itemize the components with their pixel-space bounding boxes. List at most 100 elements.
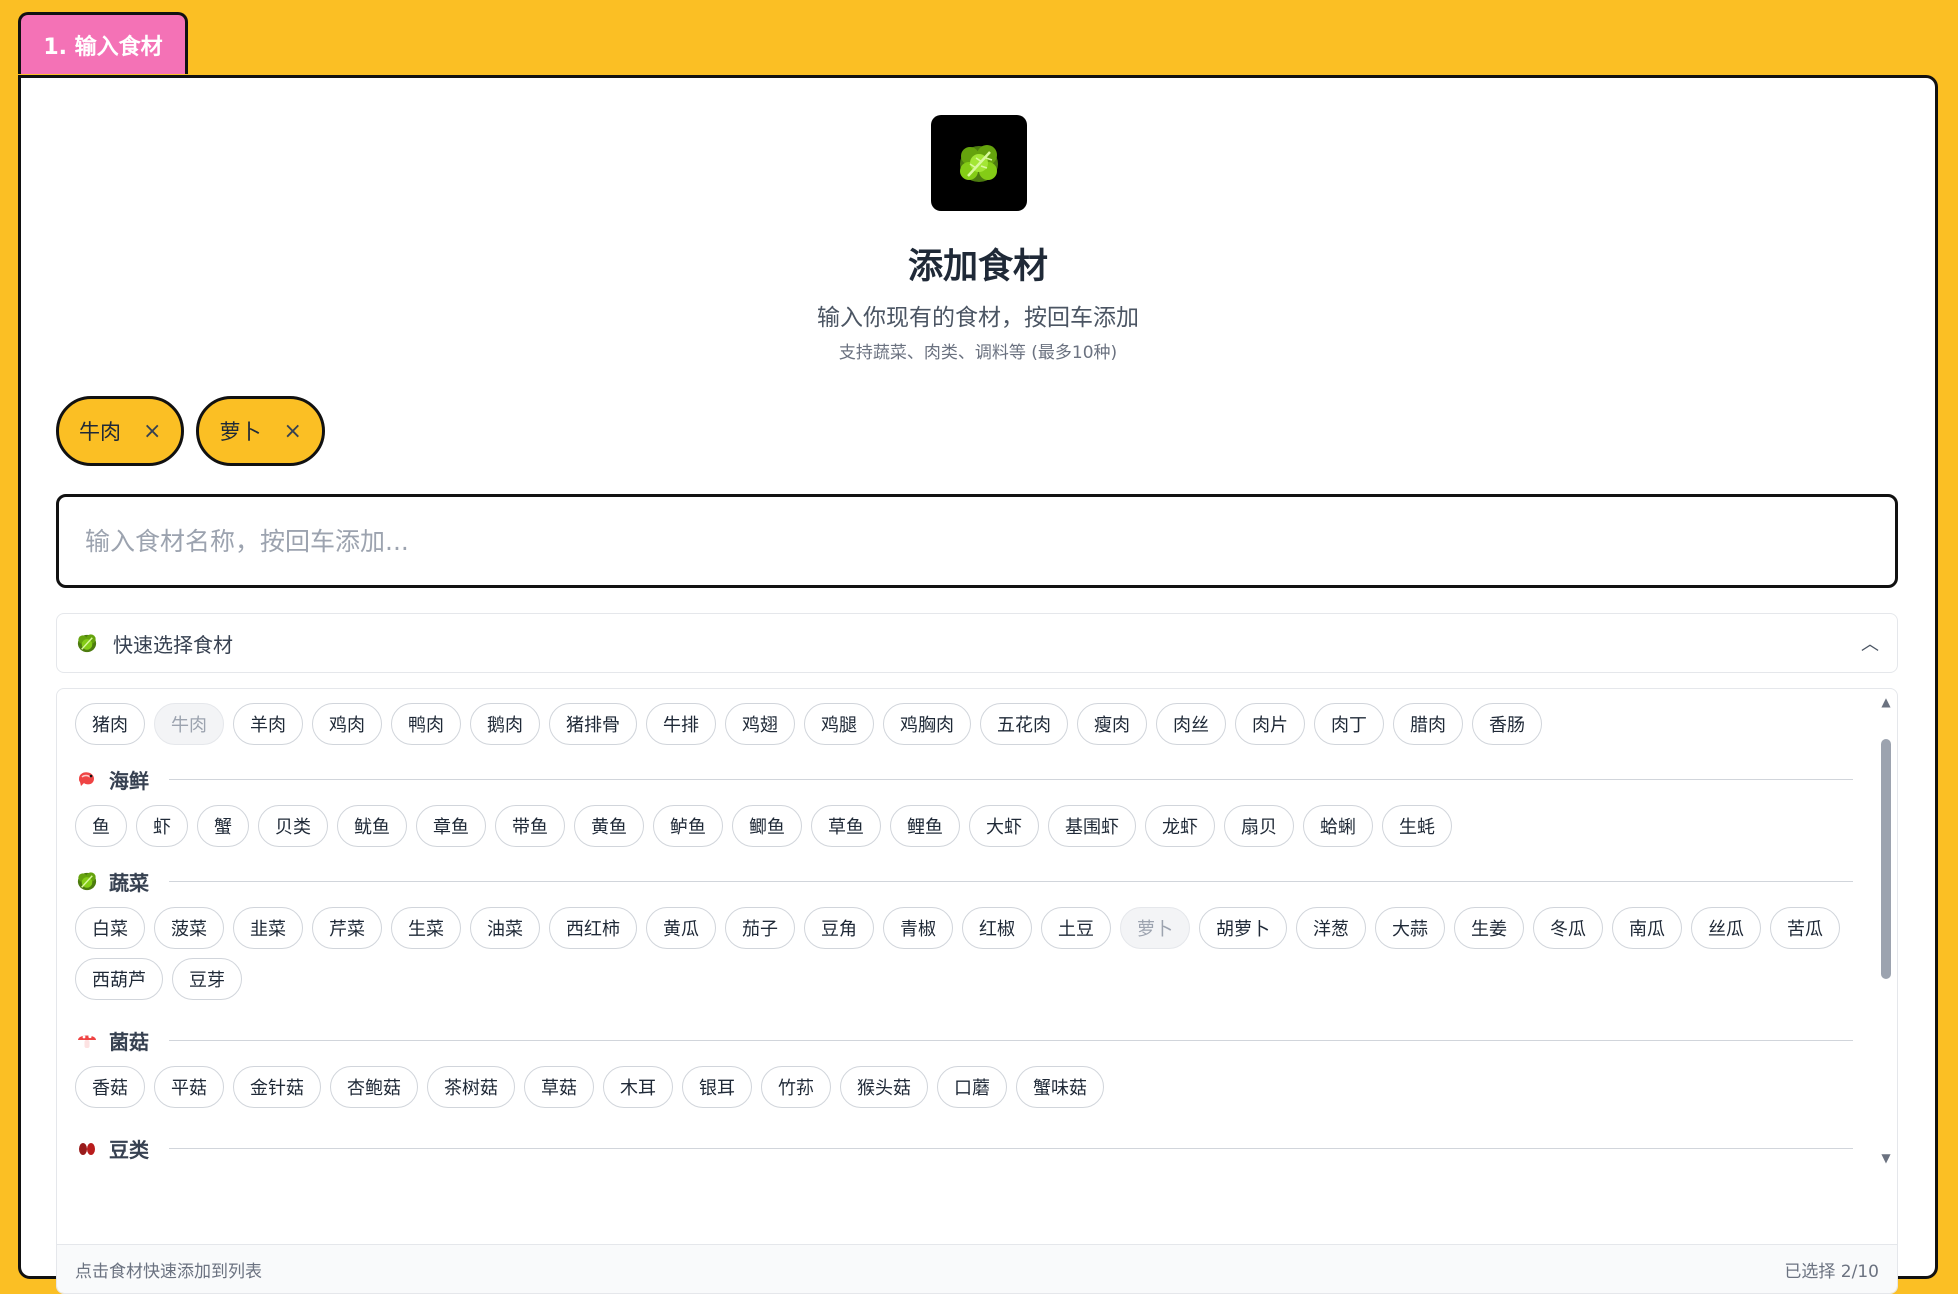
ingredient-chip[interactable]: 白菜 — [75, 907, 145, 949]
ingredient-chip[interactable]: 生蚝 — [1382, 805, 1452, 847]
ingredient-chip[interactable]: 鱿鱼 — [337, 805, 407, 847]
shrimp-icon — [79, 772, 94, 786]
category-title: 海鲜 — [109, 768, 149, 793]
ingredient-chip[interactable]: 油菜 — [470, 907, 540, 949]
ingredient-chip[interactable]: 鸡腿 — [804, 703, 874, 745]
ingredient-chip[interactable]: 西葫芦 — [75, 958, 163, 1000]
ingredient-chip[interactable]: 蟹味菇 — [1016, 1066, 1104, 1108]
leafy-green-icon — [931, 115, 1027, 211]
category-list[interactable]: 猪肉 牛肉 羊肉 鸡肉 鸭肉 鹅肉 猪排骨 牛排 鸡翅 鸡腿 鸡胸肉 五花肉 瘦肉 肉丝 肉片 肉丁 腊肉 香肠 … — [57, 689, 1871, 1170]
ingredient-chip[interactable]: 五花肉 — [980, 703, 1068, 745]
category-header-seafood: 海鲜 — [57, 753, 1871, 805]
chevron-up-icon[interactable]: ︿ — [1861, 630, 1879, 656]
ingredient-chip[interactable]: 鲤鱼 — [890, 805, 960, 847]
category-title: 蔬菜 — [109, 870, 149, 895]
scrollbar-thumb[interactable] — [1881, 739, 1891, 979]
ingredient-chip[interactable]: 大虾 — [969, 805, 1039, 847]
ingredient-chip[interactable]: 龙虾 — [1145, 805, 1215, 847]
selected-chip-label: 萝卜 — [219, 420, 262, 444]
ingredient-chip: 牛肉 — [154, 703, 224, 745]
ingredient-chip[interactable]: 鸡胸肉 — [883, 703, 971, 745]
ingredient-chip[interactable]: 青椒 — [883, 907, 953, 949]
ingredient-chip[interactable]: 肉丝 — [1156, 703, 1226, 745]
ingredient-chip[interactable]: 平菇 — [154, 1066, 224, 1108]
ingredient-chip[interactable]: 猪排骨 — [549, 703, 637, 745]
quick-select-toggle[interactable]: 快速选择食材 ︿ — [56, 613, 1898, 673]
ingredient-chip[interactable]: 茄子 — [725, 907, 795, 949]
ingredient-chip[interactable]: 鲈鱼 — [653, 805, 723, 847]
chip-row-seafood: 鱼虾蟹贝类 鱿鱼 章鱼 带鱼 黄鱼 鲈鱼 鲫鱼 草鱼 鲤鱼 大虾 基围虾 龙虾 扇贝 蛤蜊 生蚝 — [57, 805, 1871, 847]
ingredient-chip[interactable]: 猪肉 — [75, 703, 145, 745]
ingredient-chip[interactable]: 木耳 — [603, 1066, 673, 1108]
mushroom-icon — [78, 1034, 96, 1048]
scroll-up-arrow-icon[interactable]: ▲ — [1879, 695, 1893, 709]
ingredient-chip[interactable]: 豆芽 — [172, 958, 242, 1000]
ingredient-chip[interactable]: 生菜 — [391, 907, 461, 949]
ingredient-input[interactable] — [83, 525, 1871, 557]
category-header-mushrooms: 菌菇 — [57, 1014, 1871, 1066]
chip-row-meat: 猪肉 牛肉 羊肉 鸡肉 鸭肉 鹅肉 猪排骨 牛排 鸡翅 鸡腿 鸡胸肉 五花肉 瘦肉 肉丝 肉片 肉丁 腊肉 香肠 — [57, 703, 1871, 745]
ingredient-chip[interactable]: 牛排 — [646, 703, 716, 745]
ingredient-chip[interactable]: 香菇 — [75, 1066, 145, 1108]
ingredient-chip[interactable]: 贝类 — [258, 805, 328, 847]
step-tab[interactable]: 1. 输入食材 — [18, 12, 188, 74]
ingredient-chip[interactable]: 芹菜 — [312, 907, 382, 949]
ingredient-chip[interactable]: 腊肉 — [1393, 703, 1463, 745]
ingredient-chip[interactable]: 胡萝卜 — [1199, 907, 1287, 949]
category-title: 豆类 — [109, 1137, 149, 1162]
ingredient-chip: 萝卜 — [1120, 907, 1190, 949]
ingredient-chip[interactable]: 鹅肉 — [470, 703, 540, 745]
category-title: 菌菇 — [109, 1029, 149, 1054]
ingredient-chip[interactable]: 银耳 — [682, 1066, 752, 1108]
ingredient-chip[interactable]: 蛤蜊 — [1303, 805, 1373, 847]
ingredient-chip[interactable]: 香肠 — [1472, 703, 1542, 745]
ingredient-chip[interactable]: 口蘑 — [937, 1066, 1007, 1108]
close-icon[interactable]: × — [143, 419, 161, 444]
selected-chip: 萝卜 × — [196, 396, 325, 466]
ingredient-chip[interactable]: 竹荪 — [761, 1066, 831, 1108]
leafy-green-icon — [77, 872, 97, 891]
ingredient-chip[interactable]: 南瓜 — [1612, 907, 1682, 949]
ingredient-chip[interactable]: 韭菜 — [233, 907, 303, 949]
ingredient-chip[interactable]: 黄瓜 — [646, 907, 716, 949]
ingredient-chip[interactable]: 土豆 — [1041, 907, 1111, 949]
ingredient-chip[interactable]: 带鱼 — [495, 805, 565, 847]
ingredient-chip[interactable]: 红椒 — [962, 907, 1032, 949]
ingredient-chip[interactable]: 鸡翅 — [725, 703, 795, 745]
ingredient-chip[interactable]: 生姜 — [1454, 907, 1524, 949]
ingredient-chip[interactable]: 黄鱼 — [574, 805, 644, 847]
ingredient-input-box[interactable] — [56, 494, 1898, 588]
ingredient-chip[interactable]: 鱼 — [75, 805, 127, 847]
ingredient-chip[interactable]: 草鱼 — [811, 805, 881, 847]
ingredient-chip[interactable]: 基围虾 — [1048, 805, 1136, 847]
ingredient-chip[interactable]: 鸡肉 — [312, 703, 382, 745]
ingredient-chip[interactable]: 蟹 — [197, 805, 249, 847]
ingredient-chip[interactable]: 豆角 — [804, 907, 874, 949]
ingredient-chip[interactable]: 章鱼 — [416, 805, 486, 847]
ingredient-chip[interactable]: 草菇 — [524, 1066, 594, 1108]
ingredient-chip[interactable]: 鸭肉 — [391, 703, 461, 745]
ingredient-chip[interactable]: 鲫鱼 — [732, 805, 802, 847]
leafy-green-icon — [77, 634, 97, 653]
scroll-down-arrow-icon[interactable]: ▼ — [1879, 1151, 1893, 1165]
ingredient-chip[interactable]: 菠菜 — [154, 907, 224, 949]
ingredient-chip[interactable]: 杏鲍菇 — [330, 1066, 418, 1108]
ingredient-chip[interactable]: 大蒜 — [1375, 907, 1445, 949]
ingredient-chip[interactable]: 金针菇 — [233, 1066, 321, 1108]
ingredient-chip[interactable]: 肉丁 — [1314, 703, 1384, 745]
page-note: 支持蔬菜、肉类、调料等 (最多10种) — [838, 343, 1118, 363]
ingredient-chip[interactable]: 猴头菇 — [840, 1066, 928, 1108]
ingredient-chip[interactable]: 西红柿 — [549, 907, 637, 949]
close-icon[interactable]: × — [283, 419, 301, 444]
ingredient-chip[interactable]: 洋葱 — [1296, 907, 1366, 949]
ingredient-chip[interactable]: 丝瓜 — [1691, 907, 1761, 949]
ingredient-chip[interactable]: 肉片 — [1235, 703, 1305, 745]
scrollbar[interactable]: ▲ ▼ — [1879, 695, 1893, 1165]
ingredient-chip[interactable]: 苦瓜 — [1770, 907, 1840, 949]
ingredient-chip[interactable]: 冬瓜 — [1533, 907, 1603, 949]
ingredient-chip[interactable]: 虾 — [136, 805, 188, 847]
ingredient-chip[interactable]: 瘦肉 — [1077, 703, 1147, 745]
ingredient-chip[interactable]: 羊肉 — [233, 703, 303, 745]
ingredient-chip[interactable]: 茶树菇 — [427, 1066, 515, 1108]
ingredient-chip[interactable]: 扇贝 — [1224, 805, 1294, 847]
